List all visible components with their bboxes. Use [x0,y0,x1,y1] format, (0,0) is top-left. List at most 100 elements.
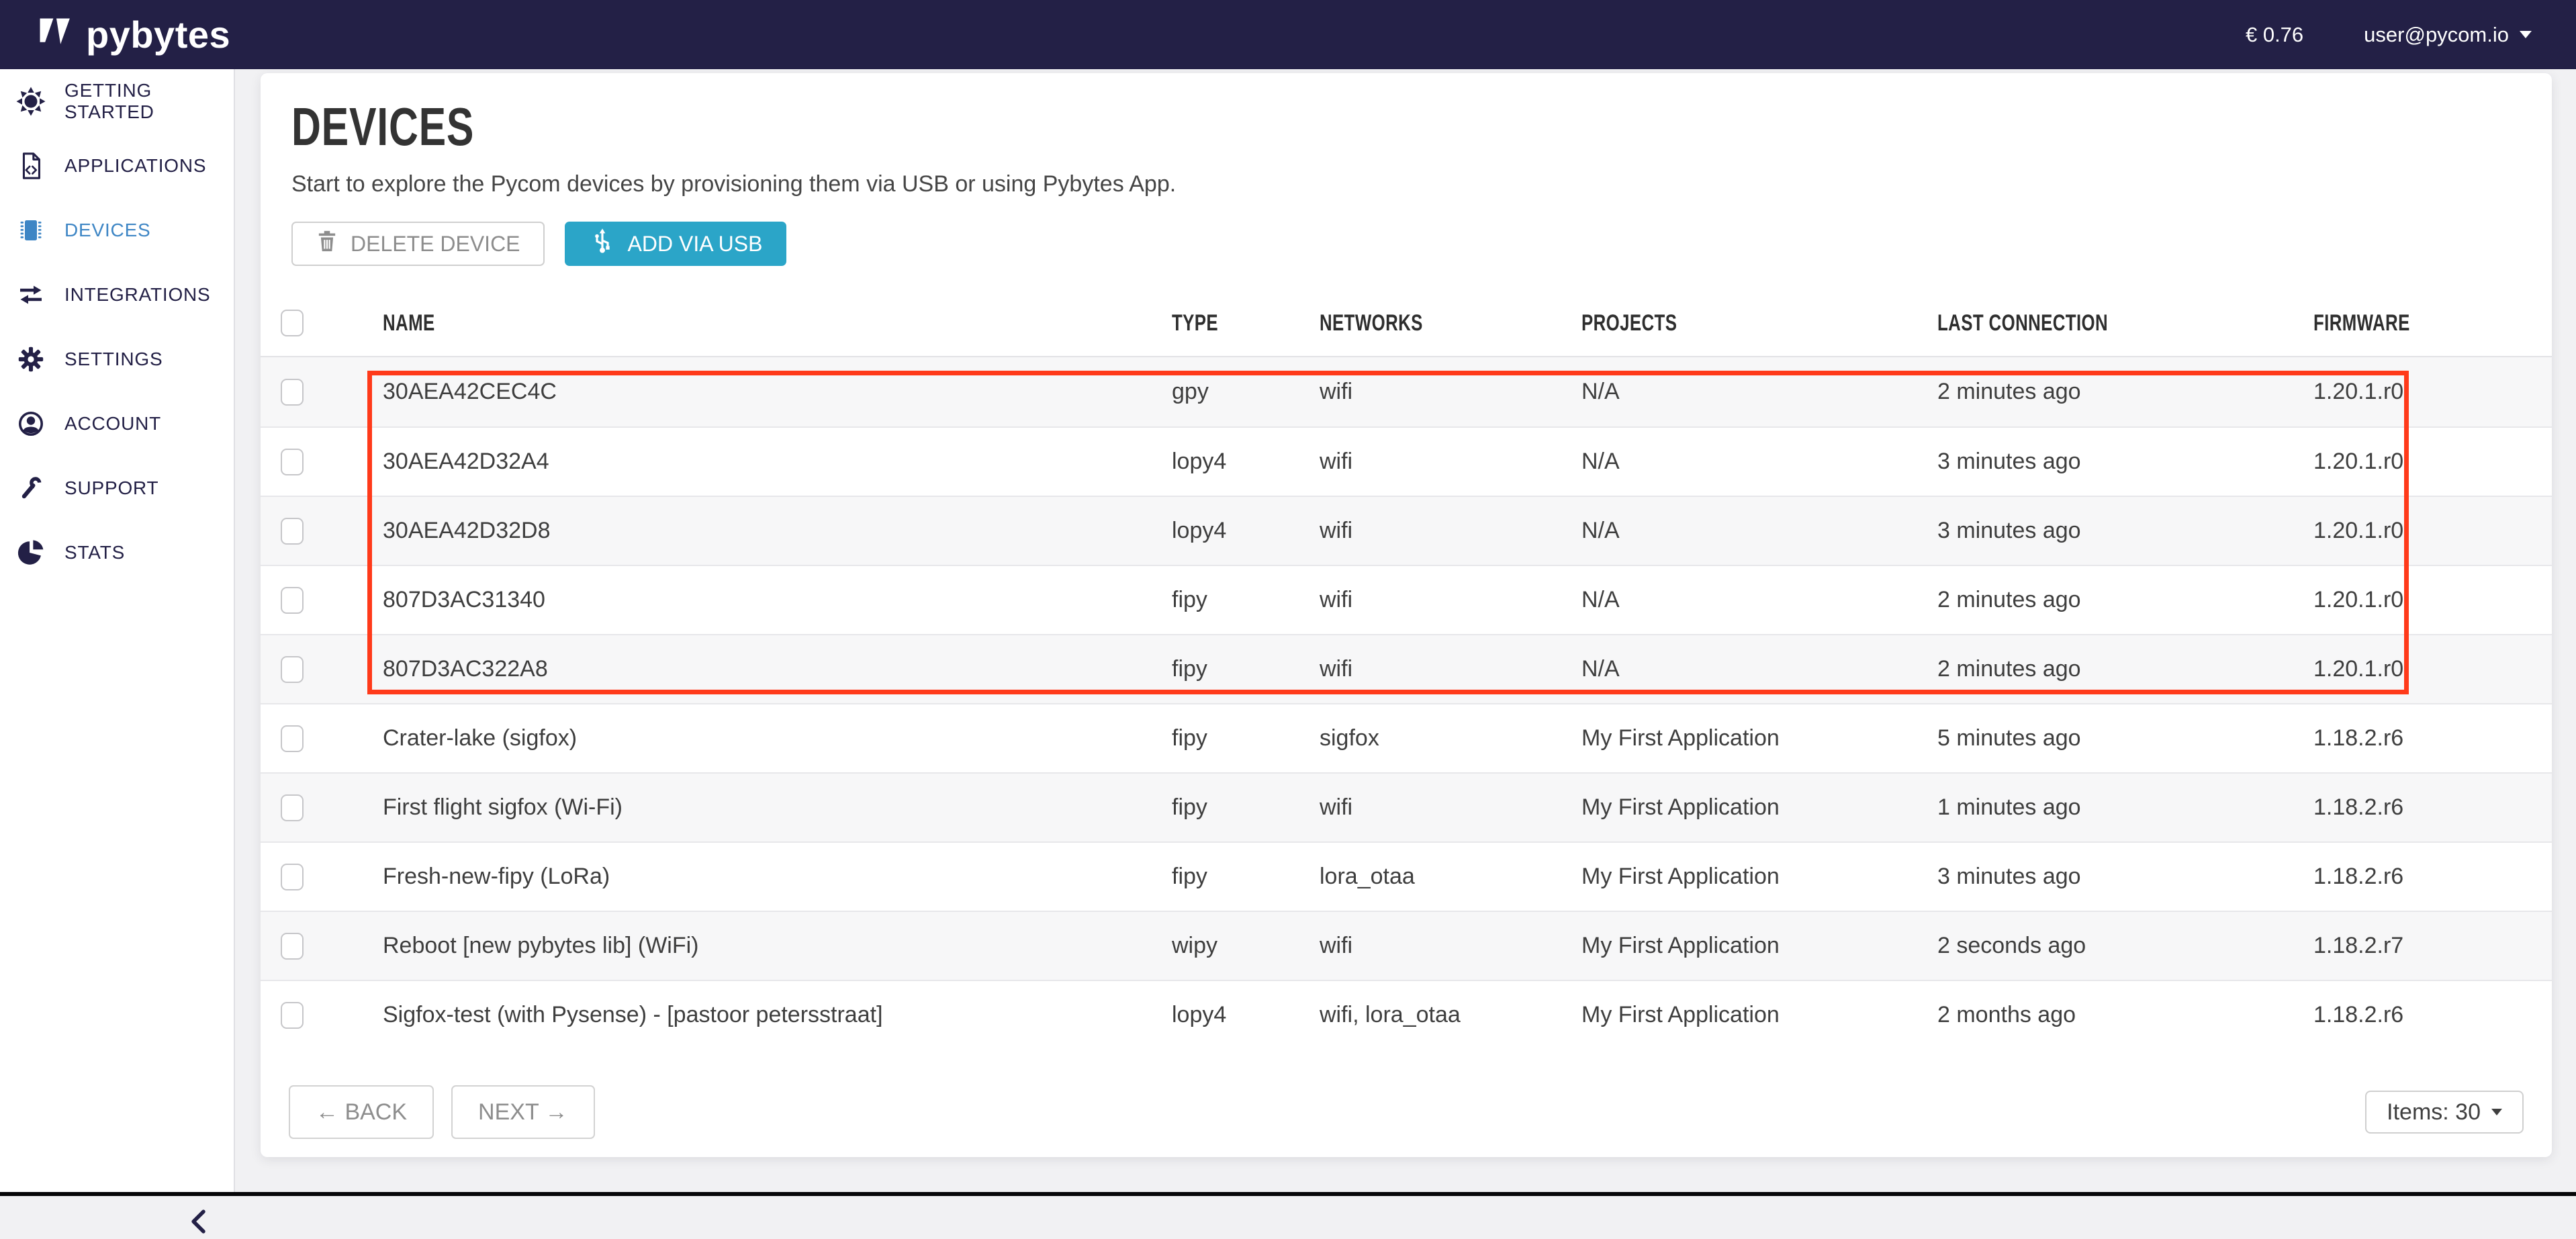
sidebar-nav: GETTING STARTED APPLICATIONS DEVICES INT… [0,69,234,585]
chevron-down-icon [2520,31,2532,38]
file-code-icon [15,150,47,182]
cell-type: fipy [1172,725,1320,751]
cell-networks: wifi [1320,794,1581,821]
cell-projects: N/A [1581,587,1937,613]
sidebar-item-label: DEVICES [64,220,151,241]
table-row[interactable]: 30AEA42CEC4CgpywifiN/A2 minutes ago1.20.… [261,357,2552,426]
devices-card: DEVICES Start to explore the Pycom devic… [261,73,2552,1157]
sidebar-item-label: ACCOUNT [64,413,161,434]
table-header-row: NAME TYPE NETWORKS PROJECTS LAST CONNECT… [261,290,2552,357]
cell-firmware: 1.18.2.r7 [2313,933,2552,959]
trash-icon [316,228,338,259]
row-checkbox[interactable] [281,864,304,890]
cell-networks: wifi [1320,518,1581,544]
person-icon [15,408,47,440]
cell-networks: wifi, lora_otaa [1320,1002,1581,1028]
table-row[interactable]: 30AEA42D32A4lopy4wifiN/A3 minutes ago1.2… [261,426,2552,496]
table-row[interactable]: Crater-lake (sigfox)fipysigfoxMy First A… [261,703,2552,772]
sidebar-item-settings[interactable]: SETTINGS [0,327,234,392]
user-email: user@pycom.io [2364,23,2509,47]
sidebar-item-stats[interactable]: STATS [0,520,234,585]
sidebar-item-account[interactable]: ACCOUNT [0,392,234,456]
sidebar: GETTING STARTED APPLICATIONS DEVICES INT… [0,69,235,1196]
sidebar-item-label: APPLICATIONS [64,155,206,177]
sidebar-item-devices[interactable]: DEVICES [0,198,234,263]
row-checkbox[interactable] [281,794,304,821]
arrows-exchange-icon [15,279,47,311]
sidebar-item-getting-started[interactable]: GETTING STARTED [0,69,234,134]
select-all-checkbox[interactable] [281,310,304,336]
devices-table: NAME TYPE NETWORKS PROJECTS LAST CONNECT… [261,290,2552,1049]
cell-firmware: 1.18.2.r6 [2313,1002,2552,1028]
cell-firmware: 1.20.1.r0 [2313,449,2552,475]
sidebar-item-label: SETTINGS [64,349,163,370]
sun-icon [15,85,47,118]
row-checkbox[interactable] [281,1002,304,1029]
pie-chart-icon [15,537,47,569]
cell-type: wipy [1172,933,1320,959]
collapse-sidebar-button[interactable] [183,1204,218,1239]
sidebar-item-label: STATS [64,542,125,563]
window-bottom-edge [0,1192,2576,1196]
table-row[interactable]: 807D3AC322A8fipywifiN/A2 minutes ago1.20… [261,634,2552,703]
cell-type: lopy4 [1172,518,1320,544]
cell-projects: N/A [1581,379,1937,405]
cell-firmware: 1.20.1.r0 [2313,656,2552,682]
usb-icon [589,226,616,262]
cell-name: Fresh-new-fipy (LoRa) [361,864,1172,890]
row-checkbox[interactable] [281,656,304,683]
table-body: 30AEA42CEC4CgpywifiN/A2 minutes ago1.20.… [261,357,2552,1049]
cell-name: 30AEA42D32D8 [361,518,1172,544]
cell-last-connection: 3 minutes ago [1937,864,2313,890]
cell-last-connection: 2 minutes ago [1937,587,2313,613]
cell-last-connection: 2 seconds ago [1937,933,2313,959]
cell-type: lopy4 [1172,449,1320,475]
delete-device-button[interactable]: DELETE DEVICE [291,222,545,266]
back-button[interactable]: ← BACK [289,1085,434,1139]
row-checkbox[interactable] [281,725,304,752]
row-checkbox[interactable] [281,518,304,545]
cell-last-connection: 2 minutes ago [1937,379,2313,405]
table-row[interactable]: 807D3AC31340fipywifiN/A2 minutes ago1.20… [261,565,2552,634]
add-via-usb-button[interactable]: ADD VIA USB [565,222,787,266]
cell-type: fipy [1172,794,1320,821]
pagination: ← BACK NEXT → Items: 30 [261,1085,2552,1139]
cell-last-connection: 2 months ago [1937,1002,2313,1028]
row-checkbox[interactable] [281,379,304,406]
cell-last-connection: 5 minutes ago [1937,725,2313,751]
row-checkbox[interactable] [281,933,304,960]
sidebar-item-label: GETTING STARTED [64,80,234,123]
cell-projects: My First Application [1581,933,1937,959]
table-row[interactable]: Sigfox-test (with Pysense) - [pastoor pe… [261,980,2552,1049]
table-row[interactable]: Fresh-new-fipy (LoRa)fipylora_otaaMy Fir… [261,841,2552,911]
cell-last-connection: 3 minutes ago [1937,449,2313,475]
cell-networks: wifi [1320,449,1581,475]
cell-type: fipy [1172,864,1320,890]
wrench-icon [15,472,47,504]
user-menu[interactable]: user@pycom.io [2364,23,2532,47]
cell-projects: My First Application [1581,794,1937,821]
cell-firmware: 1.18.2.r6 [2313,864,2552,890]
row-checkbox[interactable] [281,587,304,614]
cell-projects: My First Application [1581,1002,1937,1028]
row-checkbox[interactable] [281,449,304,475]
cell-last-connection: 1 minutes ago [1937,794,2313,821]
cell-type: gpy [1172,379,1320,405]
sidebar-item-integrations[interactable]: INTEGRATIONS [0,263,234,327]
cell-networks: sigfox [1320,725,1581,751]
gear-icon [15,343,47,375]
table-row[interactable]: First flight sigfox (Wi-Fi)fipywifiMy Fi… [261,772,2552,841]
table-row[interactable]: 30AEA42D32D8lopy4wifiN/A3 minutes ago1.2… [261,496,2552,565]
cell-projects: N/A [1581,449,1937,475]
table-row[interactable]: Reboot [new pybytes lib] (WiFi)wipywifiM… [261,911,2552,980]
sidebar-item-applications[interactable]: APPLICATIONS [0,134,234,198]
page-subtitle: Start to explore the Pycom devices by pr… [291,171,2521,197]
cell-firmware: 1.18.2.r6 [2313,794,2552,821]
next-button[interactable]: NEXT → [451,1085,595,1139]
sidebar-item-support[interactable]: SUPPORT [0,456,234,520]
column-header-projects: PROJECTS [1581,310,1937,336]
items-per-page-dropdown[interactable]: Items: 30 [2365,1091,2524,1134]
pybytes-logo: pybytes [39,13,230,56]
cell-firmware: 1.20.1.r0 [2313,518,2552,544]
cell-projects: My First Application [1581,864,1937,890]
